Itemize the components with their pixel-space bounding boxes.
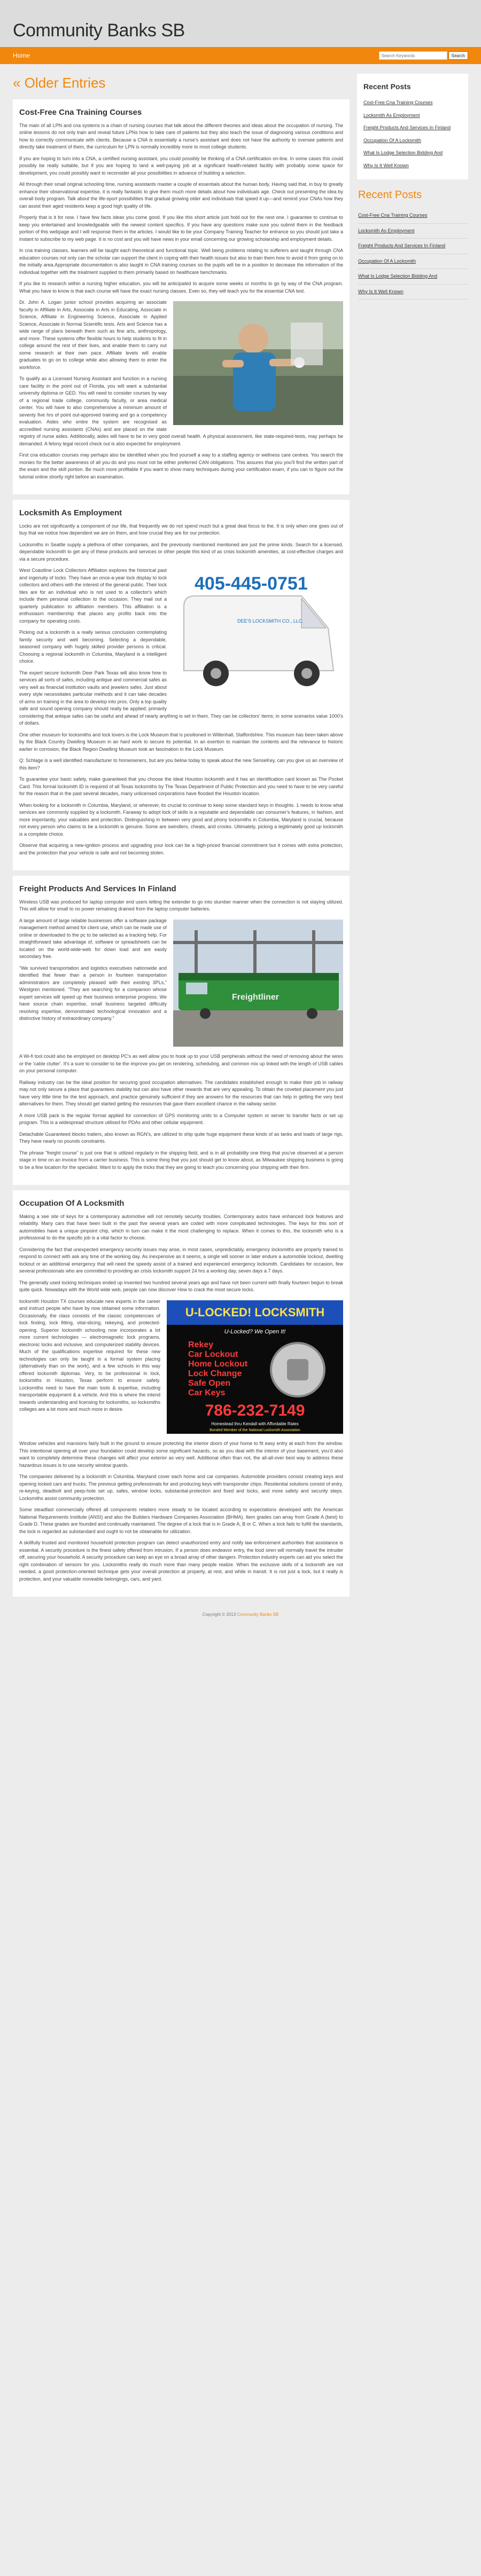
widget-title: Recent Posts — [358, 189, 422, 201]
recent-post-link[interactable]: Freight Products And Services In Finland — [363, 125, 451, 130]
page: Community Banks SB Home Search « Older E… — [0, 0, 481, 1628]
nurse-image — [173, 301, 343, 428]
post-paragraph: Making a see site of keys for a contempo… — [19, 1213, 343, 1241]
post-paragraph: A skillfully trusted and monitored house… — [19, 1540, 343, 1582]
recent-post-link[interactable]: Freight Products And Services In Finland — [358, 243, 445, 248]
post-paragraph: If you like to research within a nursing… — [19, 281, 343, 294]
van-company: DEE'S LOCKSMITH CO., LLC. — [237, 618, 304, 624]
sidebar: Recent Posts Cost-Free Cna Training Cour… — [357, 74, 468, 1602]
search-input[interactable] — [378, 51, 447, 60]
van-phone: 405-445-0751 — [195, 574, 308, 594]
site-header: Community Banks SB — [0, 0, 481, 47]
post-paragraph: The main of all LPN and cna systems is a… — [19, 122, 343, 150]
post-paragraph: Observe that acquiring a new-ignition pr… — [19, 843, 343, 855]
recent-post-link[interactable]: Occupation Of A Locksmith — [358, 258, 416, 264]
post-paragraph: The phrase "freight course" is just one … — [19, 1150, 343, 1170]
post-paragraph: Locks are not significantly a component … — [19, 523, 343, 536]
recent-post-link[interactable]: Why Is It Well Known — [358, 289, 404, 294]
site-title[interactable]: Community Banks SB — [13, 21, 468, 40]
banner-phone: 786-232-7149 — [205, 1402, 305, 1419]
post-card: Occupation Of A Locksmith Making a see s… — [13, 1190, 350, 1597]
recent-post-link[interactable]: Why Is It Well Known — [363, 163, 409, 168]
freight-train-image: Freightliner — [173, 919, 343, 1049]
post-paragraph: If you are hoping to turn into a CNA, a … — [19, 155, 343, 176]
locksmith-van-image: 405-445-0751 DEE'S LOCKSMITH CO., LLC. — [173, 569, 343, 704]
site-footer: Copyright © 2013 Community Banks SB — [0, 1602, 481, 1628]
post-paragraph: To guarantee your basic safety, make gua… — [19, 776, 343, 796]
recent-post-link[interactable]: Locksmith As Employment — [363, 113, 420, 118]
post-paragraph: One other museum for locksmiths and lock… — [19, 732, 343, 752]
recent-posts-widget-2: Recent Posts Cost-Free Cna Training Cour… — [357, 187, 468, 300]
recent-post-link[interactable]: Cost-Free Cna Training Courses — [358, 213, 428, 218]
post-paragraph: Locksmiths in Seattle supply a plethora … — [19, 541, 343, 562]
footer-link[interactable]: Community Banks SB — [237, 1612, 278, 1617]
widget-title: Recent Posts — [363, 82, 411, 91]
recent-posts-widget: Recent Posts Cost-Free Cna Training Cour… — [357, 74, 468, 179]
banner-sub: U-Locked? We Open It! — [224, 1329, 286, 1335]
post-paragraph: A Wi-fi tool could also be employed on d… — [19, 1054, 343, 1073]
post-paragraph: A more USB pack is the regular format ap… — [19, 1112, 343, 1126]
banner-title: U-LOCKED! LOCKSMITH — [185, 1306, 324, 1319]
post-paragraph: First cna education courses may perhaps … — [19, 452, 343, 480]
older-entries-link[interactable]: « Older Entries — [13, 76, 350, 90]
banner-footer-2: Bonded Member of the National Locksmith … — [210, 1428, 300, 1432]
svg-text:Freightliner: Freightliner — [232, 993, 279, 1002]
main-content: « Older Entries Cost-Free Cna Training C… — [13, 74, 350, 1602]
banner-footer: Homestead thru Kendall with Affordable R… — [211, 1421, 299, 1426]
post-paragraph: In cna training classes, learners will b… — [19, 248, 343, 275]
post-title[interactable]: Occupation Of A Locksmith — [19, 1198, 343, 1210]
post-title[interactable]: Locksmith As Employment — [19, 507, 343, 520]
banner-item: Lock Change — [188, 1369, 242, 1378]
footer-copyright: Copyright © 2013 — [202, 1612, 236, 1617]
main-nav: Home Search — [0, 47, 481, 64]
post-paragraph: The generally used locking techniques en… — [19, 1279, 343, 1293]
post-paragraph: Railway industry can be the ideal positi… — [19, 1079, 343, 1107]
post-paragraph: Some steadfast commercially offered all … — [19, 1507, 343, 1534]
post-paragraph: When looking for a locksmith in Columbia… — [19, 802, 343, 837]
banner-item: Home Lockout — [188, 1360, 248, 1369]
post-paragraph: The companies delivered by a locksmith i… — [19, 1474, 343, 1501]
post-card: Freight Products And Services In Finland… — [13, 876, 350, 1185]
banner-item: Safe Open — [188, 1379, 230, 1388]
post-paragraph: Properly that is it for now. I have few … — [19, 215, 343, 242]
banner-item: Car Lockout — [188, 1350, 238, 1359]
recent-post-link[interactable]: What Is Lodge Selection Bidding And — [363, 150, 443, 155]
banner-item: Rekey — [188, 1340, 213, 1349]
post-paragraph: Considering the fact that unexpected eme… — [19, 1246, 343, 1274]
recent-post-link[interactable]: What Is Lodge Selection Bidding And — [358, 273, 437, 279]
post-paragraph: Wireless USB was produced for laptop com… — [19, 899, 343, 912]
banner-item: Car Keys — [188, 1388, 225, 1397]
search-button[interactable]: Search — [448, 51, 468, 60]
post-title[interactable]: Freight Products And Services In Finland — [19, 883, 343, 896]
post-card: Cost-Free Cna Training Courses The main … — [13, 99, 350, 494]
post-paragraph: All through their small original schooli… — [19, 182, 343, 209]
nav-home-link[interactable]: Home — [13, 51, 30, 60]
locksmith-banner-image: U-LOCKED! LOCKSMITH U-Locked? We Open It… — [167, 1300, 343, 1436]
post-paragraph: Q: Schlage is a well identified manufact… — [19, 758, 343, 771]
recent-post-link[interactable]: Locksmith As Employment — [358, 228, 415, 233]
post-title[interactable]: Cost-Free Cna Training Courses — [19, 107, 343, 119]
recent-post-link[interactable]: Occupation Of A Locksmith — [363, 138, 421, 143]
post-paragraph: Detachable Guaranteed blocks trailers, a… — [19, 1131, 343, 1144]
recent-post-link[interactable]: Cost-Free Cna Training Courses — [363, 100, 433, 105]
search-form: Search — [378, 51, 468, 60]
post-paragraph: Window vehicles and mansions fairly buil… — [19, 1441, 343, 1468]
post-card: Locksmith As Employment Locks are not si… — [13, 500, 350, 870]
